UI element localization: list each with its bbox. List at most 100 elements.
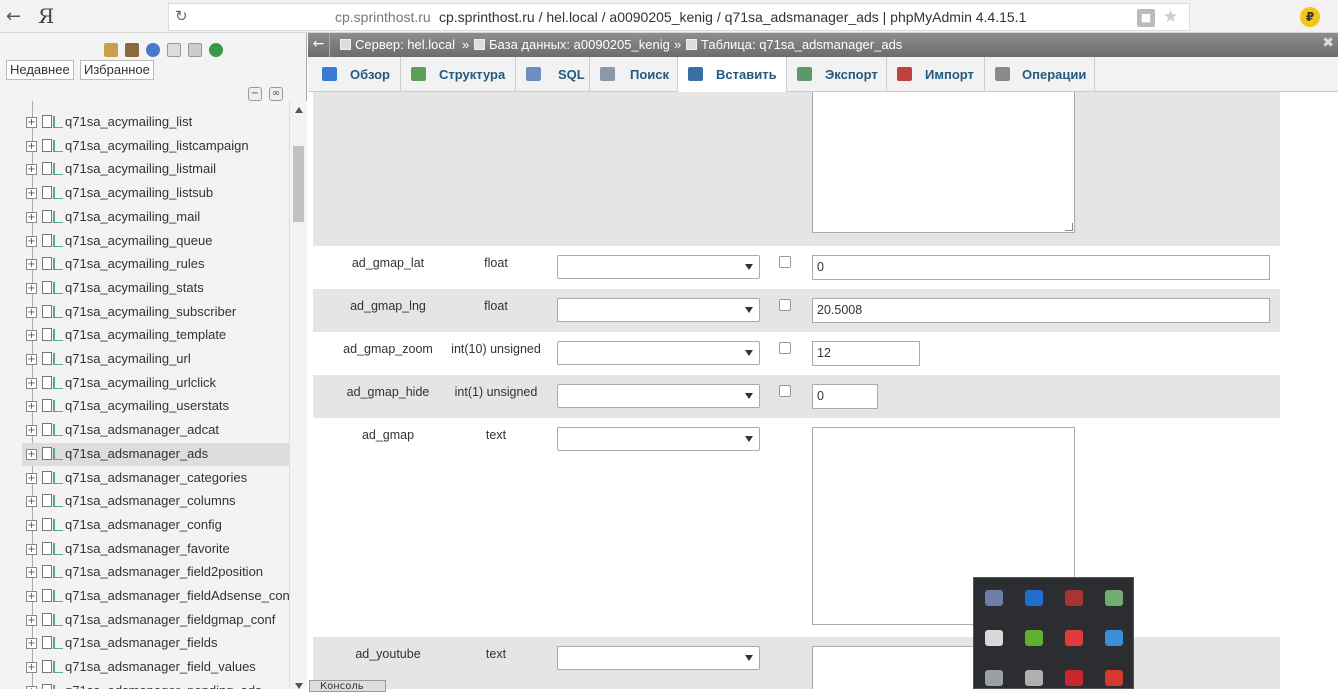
function-select[interactable] [557, 341, 760, 365]
evernote-icon[interactable] [1025, 630, 1043, 646]
home-icon[interactable] [104, 42, 118, 57]
nav-table-item[interactable]: + q71sa_acymailing_listsub [22, 182, 289, 205]
null-checkbox[interactable] [779, 342, 791, 354]
lock-icon[interactable]: ■ [1137, 9, 1155, 27]
value-input[interactable]: 12 [812, 341, 920, 366]
expand-icon[interactable]: + [26, 235, 37, 247]
nav-table-item[interactable]: + q71sa_acymailing_template [22, 324, 289, 347]
nav-table-item[interactable]: + q71sa_adsmanager_columns [22, 490, 289, 513]
address-bar[interactable]: ↻ cp.sprinthost.ru cp.sprinthost.ru / he… [168, 3, 1190, 31]
nav-table-item[interactable]: + q71sa_acymailing_stats [22, 277, 289, 300]
table-name[interactable]: q71sa_adsmanager_categories [65, 470, 247, 485]
expand-icon[interactable]: + [26, 543, 37, 555]
expand-icon[interactable]: + [26, 188, 37, 200]
function-select[interactable] [557, 298, 760, 322]
structure-icon[interactable] [53, 447, 63, 460]
nav-table-item[interactable]: + q71sa_adsmanager_ads [22, 442, 289, 466]
expand-icon[interactable]: + [26, 354, 37, 365]
expand-icon[interactable]: + [26, 448, 37, 460]
expand-icon[interactable]: + [26, 282, 37, 294]
table-name[interactable]: q71sa_adsmanager_pending_ads [65, 683, 262, 689]
docs-icon[interactable] [167, 42, 182, 57]
nav-table-item[interactable]: + q71sa_acymailing_listmail [22, 158, 289, 181]
table-name[interactable]: q71sa_acymailing_url [65, 351, 191, 366]
window-icon[interactable] [1105, 630, 1123, 646]
table-name[interactable]: q71sa_adsmanager_fieldAdsense_conf [65, 588, 289, 603]
expand-icon[interactable]: + [26, 425, 37, 437]
structure-icon[interactable] [53, 305, 63, 318]
structure-icon[interactable] [53, 661, 63, 674]
table-name[interactable]: q71sa_acymailing_listsub [65, 185, 213, 200]
nav-table-item[interactable]: + q71sa_adsmanager_field_values [22, 656, 289, 679]
drive-icon[interactable] [1025, 670, 1043, 686]
close-icon[interactable]: ✖ [1322, 35, 1334, 51]
nav-table-item[interactable]: + q71sa_acymailing_listcampaign [22, 135, 289, 158]
table-name[interactable]: q71sa_acymailing_userstats [65, 398, 229, 413]
structure-icon[interactable] [53, 281, 63, 294]
table-name[interactable]: q71sa_acymailing_mail [65, 209, 200, 224]
nav-table-item[interactable]: + q71sa_adsmanager_fields [22, 632, 289, 655]
expand-icon[interactable]: + [26, 567, 37, 579]
expand-icon[interactable]: + [26, 164, 37, 176]
collapse-nav-arrow-icon[interactable]: ← [308, 33, 330, 57]
antivirus-icon[interactable] [1065, 630, 1083, 646]
tab-import[interactable]: Импорт [887, 57, 985, 92]
nav-table-item[interactable]: + q71sa_acymailing_userstats [22, 395, 289, 418]
structure-icon[interactable] [53, 353, 63, 365]
table-name[interactable]: q71sa_acymailing_rules [65, 256, 204, 271]
nav-table-item[interactable]: + q71sa_acymailing_rules [22, 253, 289, 276]
speed-icon[interactable] [1105, 670, 1123, 686]
table-name[interactable]: q71sa_adsmanager_favorite [65, 541, 230, 556]
nav-table-item[interactable]: + q71sa_adsmanager_fieldAdsense_conf [22, 585, 289, 608]
table-name[interactable]: q71sa_adsmanager_config [65, 517, 222, 532]
table-name[interactable]: q71sa_adsmanager_adcat [65, 422, 219, 437]
structure-icon[interactable] [53, 471, 63, 484]
reload-nav-icon[interactable] [209, 42, 224, 57]
expand-icon[interactable]: + [26, 330, 37, 342]
value-input[interactable]: 0 [812, 384, 878, 409]
function-select[interactable] [557, 384, 760, 408]
cloud-icon[interactable] [985, 670, 1003, 686]
structure-icon[interactable] [53, 258, 63, 271]
value-input[interactable]: 20.5008 [812, 298, 1270, 323]
camera-icon[interactable] [1065, 590, 1083, 606]
structure-icon[interactable] [53, 495, 63, 508]
table-name[interactable]: q71sa_adsmanager_ads [65, 446, 208, 461]
expand-icon[interactable]: + [26, 211, 37, 223]
structure-icon[interactable] [53, 590, 63, 602]
expand-icon[interactable]: + [26, 117, 37, 128]
table-name[interactable]: q71sa_adsmanager_field2position [65, 564, 263, 579]
value-textarea-previous[interactable] [812, 92, 1075, 233]
nav-table-item[interactable]: + q71sa_acymailing_urlclick [22, 372, 289, 395]
table-name[interactable]: q71sa_acymailing_subscriber [65, 304, 236, 319]
bookmark-star-icon[interactable]: ★ [1163, 7, 1178, 27]
structure-icon[interactable] [53, 400, 63, 413]
expand-icon[interactable]: + [26, 377, 37, 389]
bluetooth-icon[interactable] [1025, 590, 1043, 606]
tab-sql[interactable]: SQL [516, 57, 590, 92]
logout-icon[interactable] [125, 42, 140, 57]
table-name[interactable]: q71sa_adsmanager_field_values [65, 659, 256, 674]
link-with-main-icon[interactable]: ∞ [269, 87, 284, 101]
breadcrumb-database[interactable]: База данных: a0090205_kenig [474, 37, 670, 52]
console-tab[interactable]: Консоль [309, 680, 386, 692]
nav-table-item[interactable]: + q71sa_adsmanager_adcat [22, 419, 289, 442]
ruble-icon[interactable]: ₽ [1300, 7, 1320, 27]
tab-export[interactable]: Экспорт [787, 57, 887, 92]
structure-icon[interactable] [53, 424, 63, 437]
structure-icon[interactable] [53, 163, 63, 176]
table-name[interactable]: q71sa_acymailing_queue [65, 233, 212, 248]
structure-icon[interactable] [53, 684, 63, 689]
expand-icon[interactable]: + [26, 662, 37, 674]
scroll-down-arrow-icon[interactable] [295, 683, 303, 689]
structure-icon[interactable] [53, 234, 63, 247]
null-checkbox[interactable] [779, 385, 791, 397]
collapse-all-icon[interactable]: − [248, 87, 262, 101]
tab-wrench[interactable]: Операции [985, 57, 1095, 92]
table-name[interactable]: q71sa_adsmanager_fields [65, 635, 218, 650]
structure-icon[interactable] [53, 139, 63, 152]
table-name[interactable]: q71sa_acymailing_urlclick [65, 375, 216, 390]
expand-icon[interactable]: + [26, 519, 37, 531]
apps-icon[interactable] [1065, 670, 1083, 686]
structure-icon[interactable] [53, 210, 63, 223]
